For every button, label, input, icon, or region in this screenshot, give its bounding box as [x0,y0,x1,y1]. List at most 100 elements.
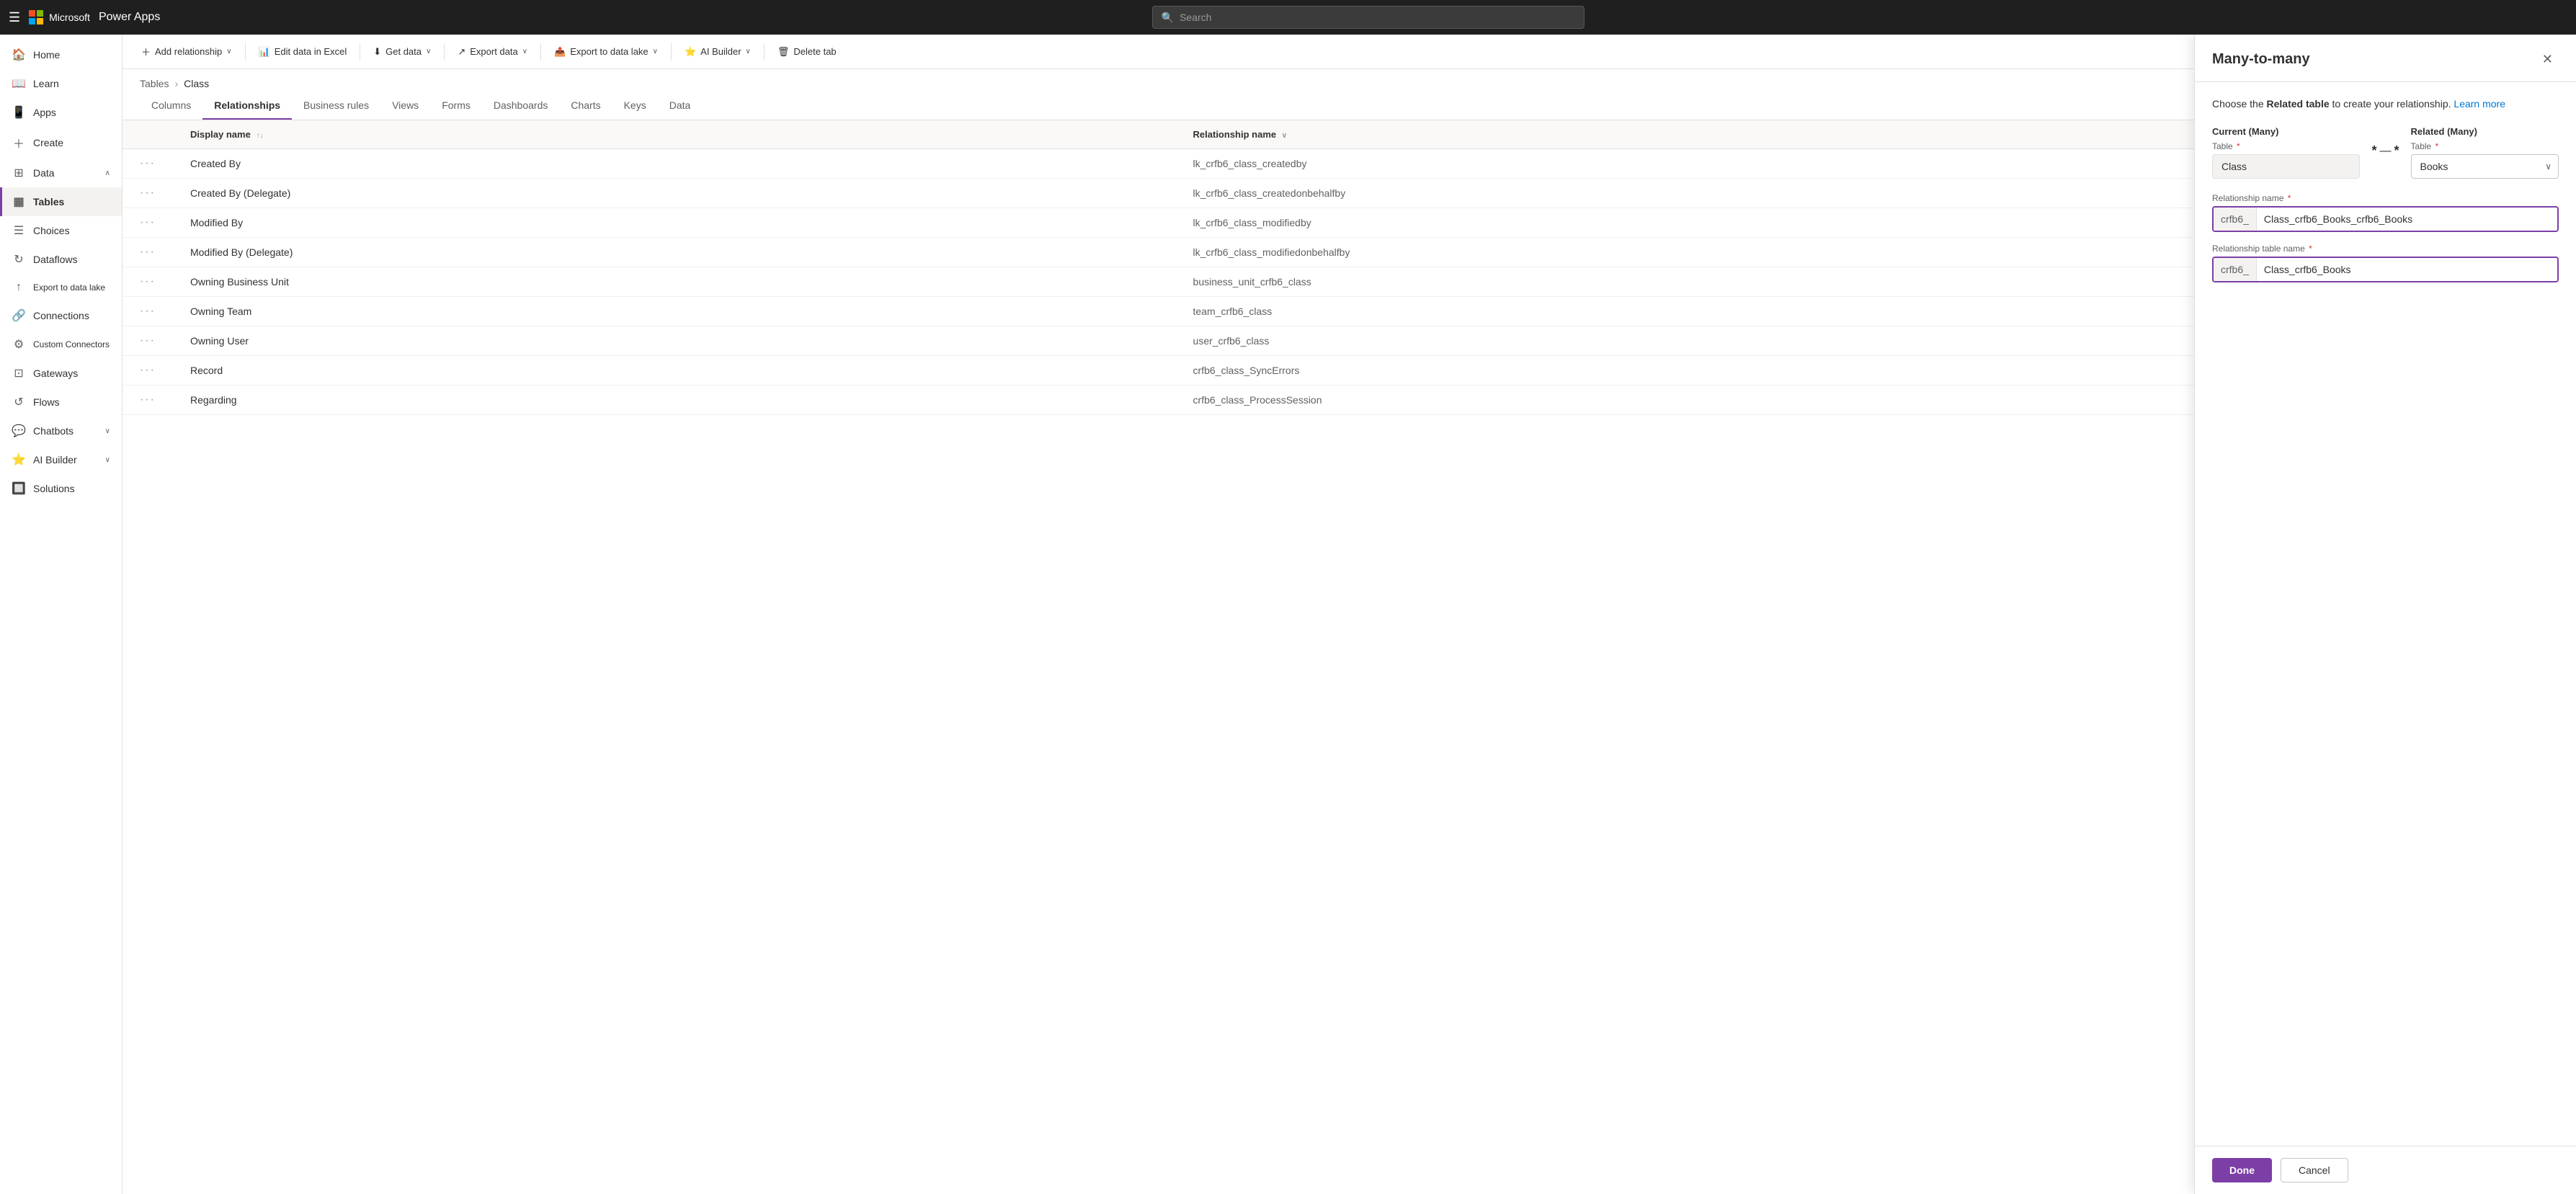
tab-forms[interactable]: Forms [430,92,482,120]
home-icon: 🏠 [12,48,26,62]
sidebar-item-chatbots[interactable]: 💬 Chatbots ∨ [0,416,122,445]
learn-more-link[interactable]: Learn more [2454,98,2505,110]
export-data-icon: ↗ [458,46,465,58]
row-dots-cell[interactable]: ··· [122,179,173,208]
tab-data[interactable]: Data [658,92,703,120]
rel-name-sort-icon: ∨ [1282,132,1287,140]
sidebar-item-connections[interactable]: 🔗 Connections [0,301,122,330]
row-dots-cell[interactable]: ··· [122,267,173,297]
row-context-menu[interactable]: ··· [140,275,156,288]
panel-body: Choose the Related table to create your … [2195,82,2576,1146]
row-dots-cell[interactable]: ··· [122,238,173,267]
row-context-menu[interactable]: ··· [140,364,156,376]
sidebar-item-custom-connectors[interactable]: ⚙ Custom Connectors [0,330,122,359]
export-data-button[interactable]: ↗ Export data ∨ [450,42,535,62]
sidebar-item-create[interactable]: ＋ Create [0,127,122,159]
gateways-icon: ⊡ [12,366,26,380]
rel-table-name-prefix: crfb6_ [2214,258,2257,281]
relationship-table-name-group: Relationship table name * crfb6_ [2212,244,2559,282]
row-dots-cell[interactable]: ··· [122,149,173,179]
tab-keys[interactable]: Keys [612,92,658,120]
breadcrumb-parent[interactable]: Tables [140,78,169,89]
row-display-name: Created By [173,149,1176,179]
ai-builder-toolbar-button[interactable]: ⭐ AI Builder ∨ [677,42,758,62]
related-section-label: Related (Many) [2411,126,2559,137]
panel-close-button[interactable]: ✕ [2536,49,2559,70]
sidebar-item-home[interactable]: 🏠 Home [0,40,122,69]
search-bar[interactable]: 🔍 [1152,6,1585,29]
sidebar: 🏠 Home 📖 Learn 📱 Apps ＋ Create ⊞ Data ∧ … [0,35,122,1194]
get-data-icon: ⬇ [373,46,381,58]
sidebar-item-choices[interactable]: ☰ Choices [0,216,122,245]
connections-icon: 🔗 [12,308,26,323]
row-context-menu[interactable]: ··· [140,393,156,406]
tab-charts[interactable]: Charts [559,92,612,120]
export-lake-chevron-icon: ∨ [653,48,658,55]
sidebar-item-learn[interactable]: 📖 Learn [0,69,122,98]
add-relationship-icon: ＋ [141,45,151,58]
sidebar-item-dataflows[interactable]: ↻ Dataflows [0,245,122,274]
content-area: ＋ Add relationship ∨ 📊 Edit data in Exce… [122,35,2576,1194]
relationship-table-name-input[interactable] [2257,258,2557,281]
row-dots-cell[interactable]: ··· [122,356,173,386]
col-display-name[interactable]: Display name ↑↓ [173,120,1176,149]
cancel-button[interactable]: Cancel [2281,1158,2348,1182]
row-display-name: Regarding [173,386,1176,415]
row-display-name: Created By (Delegate) [173,179,1176,208]
tab-business-rules[interactable]: Business rules [292,92,380,120]
hamburger-icon[interactable]: ☰ [9,10,20,25]
relationship-name-input[interactable] [2257,208,2557,231]
chatbots-icon: 💬 [12,424,26,438]
row-display-name: Owning User [173,326,1176,356]
ai-builder-chevron-icon: ∨ [105,456,110,464]
row-context-menu[interactable]: ··· [140,216,156,228]
related-table-select[interactable]: Books Account Contact Lead [2411,154,2559,179]
connector-line: — [2380,145,2392,158]
row-display-name: Owning Team [173,297,1176,326]
connector-left-asterisk: * [2371,143,2376,159]
row-dots-cell[interactable]: ··· [122,326,173,356]
rel-name-required: * [2288,193,2291,203]
flows-icon: ↺ [12,395,26,409]
export-lake-button[interactable]: 📤 Export to data lake ∨ [547,42,665,62]
sidebar-item-export[interactable]: ↑ Export to data lake [0,274,122,301]
tables-icon: ▦ [12,195,26,209]
related-table-strong: Related table [2267,98,2330,110]
row-context-menu[interactable]: ··· [140,246,156,258]
toolbar-separator-6 [764,43,765,61]
sidebar-item-data[interactable]: ⊞ Data ∧ [0,159,122,187]
delete-icon: 🗑 [777,46,790,58]
sidebar-item-apps[interactable]: 📱 Apps [0,98,122,127]
row-context-menu[interactable]: ··· [140,305,156,317]
row-dots-cell[interactable]: ··· [122,386,173,415]
row-context-menu[interactable]: ··· [140,334,156,347]
tab-relationships[interactable]: Relationships [202,92,292,120]
toolbar-separator-1 [245,43,246,61]
row-dots-cell[interactable]: ··· [122,208,173,238]
current-table-label: Table * [2212,141,2360,151]
row-context-menu[interactable]: ··· [140,187,156,199]
tab-columns[interactable]: Columns [140,92,202,120]
row-dots-cell[interactable]: ··· [122,297,173,326]
sidebar-item-flows[interactable]: ↺ Flows [0,388,122,416]
sidebar-item-tables[interactable]: ▦ Tables [0,187,122,216]
row-context-menu[interactable]: ··· [140,157,156,169]
get-data-button[interactable]: ⬇ Get data ∨ [366,42,438,62]
search-input[interactable] [1180,12,1575,23]
add-relationship-button[interactable]: ＋ Add relationship ∨ [134,40,239,63]
edit-excel-button[interactable]: 📊 Edit data in Excel [251,42,355,62]
sidebar-item-ai-builder[interactable]: ⭐ AI Builder ∨ [0,445,122,474]
current-table-value: Class [2212,154,2360,179]
panel-description: Choose the Related table to create your … [2212,97,2559,112]
related-table-required: * [2435,141,2439,151]
sidebar-item-solutions[interactable]: 🔲 Solutions [0,474,122,503]
delete-table-button[interactable]: 🗑 Delete tab [770,42,844,62]
done-button[interactable]: Done [2212,1158,2272,1182]
sidebar-item-gateways[interactable]: ⊡ Gateways [0,359,122,388]
ai-builder-chevron-icon: ∨ [746,48,751,55]
related-table-wrapper: Books Account Contact Lead ∨ [2411,154,2559,179]
tab-views[interactable]: Views [380,92,430,120]
relationship-name-input-wrapper: crfb6_ [2212,206,2559,232]
tab-dashboards[interactable]: Dashboards [482,92,560,120]
export-icon: ↑ [12,281,26,294]
